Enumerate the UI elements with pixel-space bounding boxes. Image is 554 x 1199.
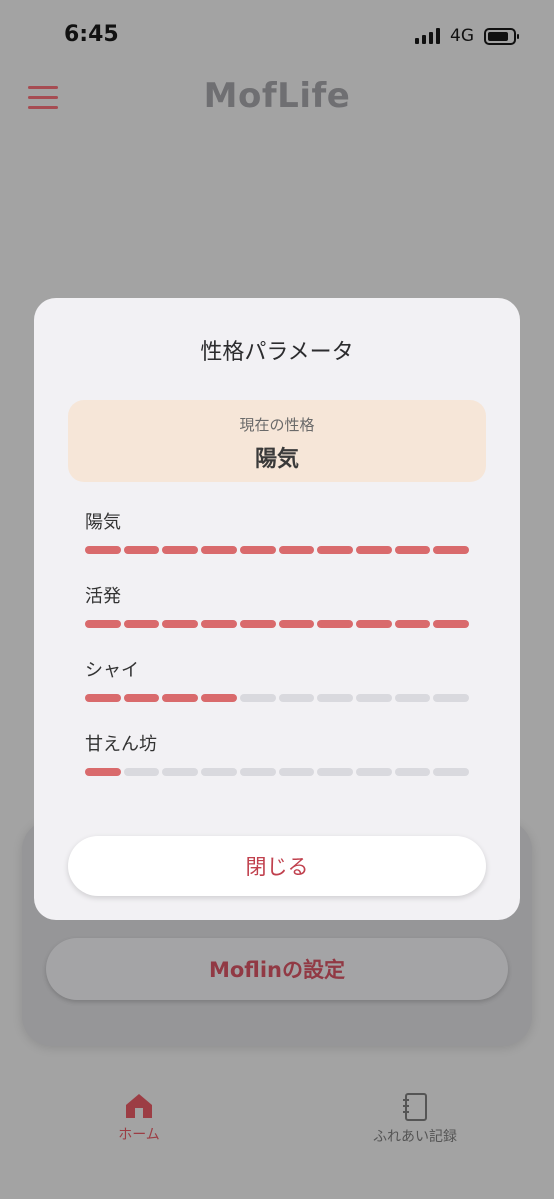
level-segment-filled bbox=[123, 694, 160, 702]
param-row: シャイ bbox=[85, 656, 470, 702]
level-segment-empty bbox=[317, 694, 353, 702]
level-segment-filled bbox=[123, 546, 160, 554]
level-segment-empty bbox=[123, 768, 160, 776]
moflin-settings-button[interactable]: Moflinの設定 bbox=[46, 938, 508, 1000]
current-personality-label: 現在の性格 bbox=[239, 416, 315, 434]
param-bar bbox=[85, 620, 470, 628]
level-segment-empty bbox=[278, 768, 315, 776]
param-bar bbox=[85, 546, 470, 554]
level-segment-filled bbox=[394, 546, 431, 554]
level-segment-empty bbox=[394, 768, 431, 776]
level-segment-filled bbox=[317, 620, 353, 628]
level-segment-filled bbox=[239, 546, 276, 554]
level-segment-empty bbox=[239, 768, 276, 776]
tab-home-label: ホーム bbox=[118, 1127, 160, 1143]
signal-icon bbox=[415, 28, 440, 44]
network-type: 4G bbox=[450, 26, 474, 46]
level-segment-filled bbox=[85, 620, 121, 628]
level-segment-filled bbox=[201, 546, 237, 554]
level-segment-filled bbox=[123, 620, 160, 628]
level-segment-empty bbox=[433, 768, 470, 776]
param-bar bbox=[85, 768, 470, 776]
level-segment-filled bbox=[201, 620, 237, 628]
param-row: 活発 bbox=[85, 582, 470, 628]
battery-icon bbox=[484, 27, 519, 45]
level-segment-filled bbox=[85, 694, 121, 702]
level-segment-filled bbox=[433, 620, 470, 628]
status-time: 6:45 bbox=[64, 22, 119, 47]
notebook-icon bbox=[403, 1093, 427, 1121]
param-label: 陽気 bbox=[85, 512, 121, 533]
param-row: 陽気 bbox=[85, 508, 470, 554]
level-segment-filled bbox=[85, 768, 121, 776]
level-segment-filled bbox=[355, 546, 392, 554]
level-segment-filled bbox=[201, 694, 237, 702]
param-label: シャイ bbox=[85, 660, 139, 681]
level-segment-filled bbox=[239, 620, 276, 628]
param-label: 活発 bbox=[85, 586, 121, 607]
level-segment-filled bbox=[278, 546, 315, 554]
status-indicators: 4G bbox=[415, 26, 519, 46]
level-segment-filled bbox=[355, 620, 392, 628]
level-segment-filled bbox=[317, 546, 353, 554]
modal-title: 性格パラメータ bbox=[200, 340, 354, 365]
level-segment-empty bbox=[201, 768, 237, 776]
param-row: 甘えん坊 bbox=[85, 730, 470, 776]
level-segment-filled bbox=[278, 620, 315, 628]
status-bar: 6:45 4G bbox=[0, 0, 554, 70]
param-label: 甘えん坊 bbox=[85, 734, 157, 755]
current-personality-value: 陽気 bbox=[254, 447, 299, 472]
tab-home[interactable]: ホーム bbox=[64, 1092, 214, 1144]
level-segment-filled bbox=[162, 546, 199, 554]
app-title: MofLife bbox=[203, 76, 351, 116]
level-segment-empty bbox=[433, 694, 470, 702]
level-segment-empty bbox=[278, 694, 315, 702]
tab-records-label: ふれあい記録 bbox=[373, 1129, 457, 1145]
level-segment-empty bbox=[317, 768, 353, 776]
level-segment-empty bbox=[355, 768, 392, 776]
personality-modal: 性格パラメータ 現在の性格 陽気 陽気 活発 シャイ 甘えん坊 閉じる bbox=[34, 298, 520, 920]
param-bar bbox=[85, 694, 470, 702]
tab-records[interactable]: ふれあい記録 bbox=[340, 1092, 490, 1146]
level-segment-filled bbox=[162, 620, 199, 628]
close-button[interactable]: 閉じる bbox=[68, 836, 486, 896]
level-segment-empty bbox=[394, 694, 431, 702]
level-segment-filled bbox=[433, 546, 470, 554]
current-personality-box: 現在の性格 陽気 bbox=[68, 400, 486, 482]
home-icon bbox=[126, 1094, 152, 1118]
level-segment-empty bbox=[239, 694, 276, 702]
level-segment-filled bbox=[394, 620, 431, 628]
level-segment-filled bbox=[162, 694, 199, 702]
level-segment-filled bbox=[85, 546, 121, 554]
level-segment-empty bbox=[162, 768, 199, 776]
level-segment-empty bbox=[355, 694, 392, 702]
